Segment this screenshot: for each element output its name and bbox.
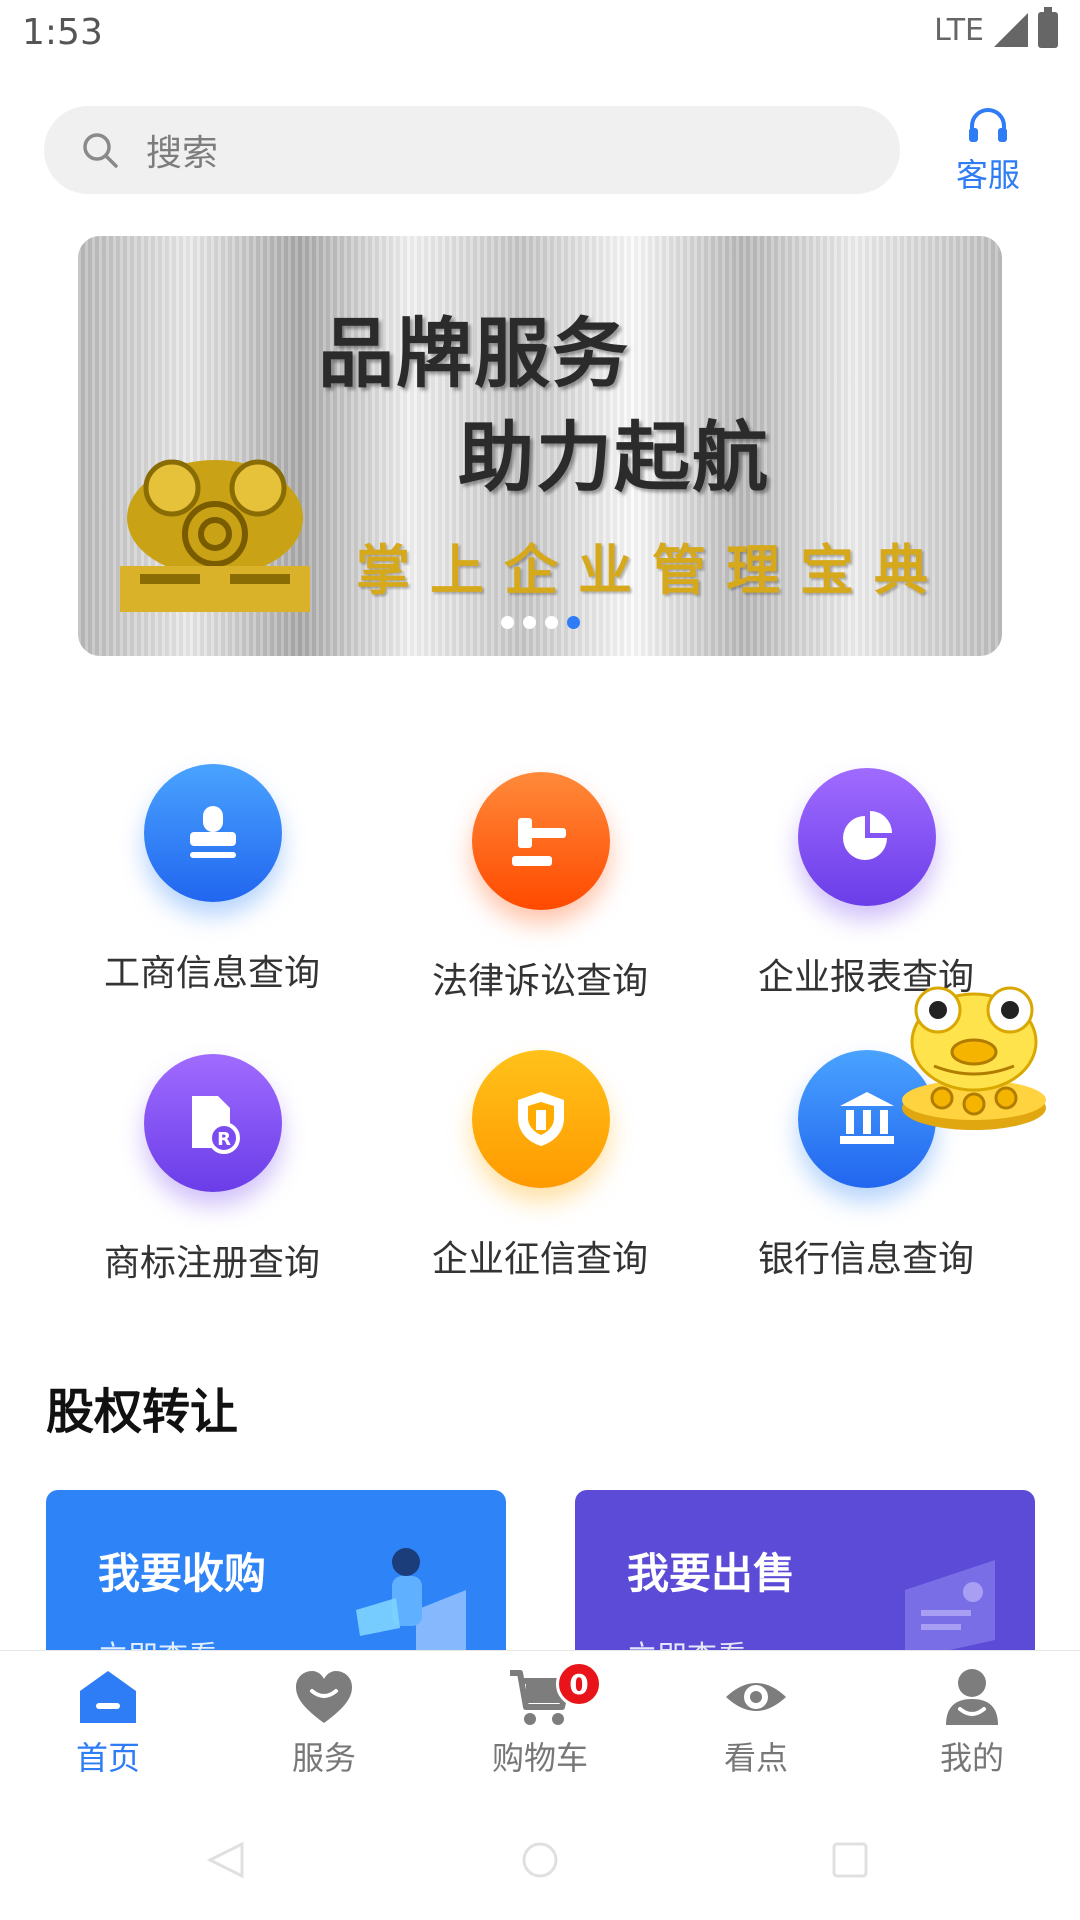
toad-mascot-icon[interactable] (894, 978, 1054, 1138)
service-label: 银行信息查询 (757, 1239, 974, 1280)
customer-service-label: 客服 (955, 156, 1020, 194)
home-icon (80, 1671, 136, 1723)
battery-icon (1038, 7, 1058, 48)
user-icon (946, 1669, 998, 1725)
service-label: 法律诉讼查询 (431, 961, 648, 1002)
home-button-icon[interactable] (520, 1840, 560, 1880)
tab-service[interactable]: 服务 (254, 1667, 394, 1777)
banner-headline-1: 品牌服务 (318, 309, 630, 398)
nav-label: 我的 (939, 1739, 1004, 1777)
service-label: 商标注册查询 (103, 1243, 320, 1284)
card-subtitle: 立即查看 (98, 1632, 218, 1650)
section-title: 股权转让 (46, 1384, 239, 1440)
heart-icon (296, 1671, 352, 1723)
service-label: 工商信息查询 (103, 953, 320, 994)
shield-icon (472, 1050, 610, 1188)
status-icons: LTE (934, 7, 1058, 48)
search-icon (83, 133, 118, 168)
tab-profile[interactable]: 我的 (902, 1667, 1042, 1777)
nav-label: 首页 (75, 1739, 140, 1777)
banner-headline-2: 助力起航 (458, 413, 770, 502)
nav-label: 购物车 (491, 1739, 588, 1777)
status-bar: 1:53 LTE (0, 0, 1080, 64)
pie-chart-icon (798, 768, 936, 906)
signal-icon (994, 13, 1028, 47)
svg-text:R: R (217, 1129, 231, 1150)
promo-banner[interactable]: 品牌服务 助力起航 掌上企业管理宝典 (78, 236, 1002, 656)
customer-service-button[interactable]: 客服 (948, 104, 1028, 200)
headset-icon (969, 108, 1007, 142)
person-laptop-illustration-icon (356, 1548, 466, 1650)
tab-highlights[interactable]: 看点 (686, 1667, 826, 1777)
screen-illustration-icon (905, 1560, 995, 1650)
system-nav-bar (0, 1800, 1080, 1920)
pagination-dot[interactable] (544, 616, 558, 629)
stamp-icon (144, 764, 282, 902)
banner-pagination[interactable] (78, 616, 1002, 629)
nav-label: 服务 (291, 1739, 356, 1777)
card-subtitle: 立即查看 (627, 1632, 747, 1650)
bottom-nav: 首页 服务 0 购物车 看点 我的 (0, 1650, 1080, 1785)
service-trademark[interactable]: R 商标注册查询 (62, 1054, 362, 1284)
service-legal-lawsuit[interactable]: 法律诉讼查询 (390, 772, 690, 1002)
search-placeholder: 搜索 (146, 133, 219, 174)
pagination-dot[interactable] (500, 616, 514, 629)
sell-card[interactable]: 我要出售 立即查看 (575, 1490, 1035, 1650)
pagination-dot-active[interactable] (566, 616, 580, 629)
cart-badge: 0 (556, 1661, 602, 1707)
card-title: 我要出售 (627, 1549, 796, 1598)
nav-label: 看点 (723, 1739, 788, 1777)
back-icon[interactable] (206, 1840, 246, 1880)
search-input[interactable]: 搜索 (44, 106, 900, 194)
trademark-document-icon: R (144, 1054, 282, 1192)
service-label: 企业征信查询 (431, 1239, 648, 1280)
pagination-dot[interactable] (522, 616, 536, 629)
card-title: 我要收购 (98, 1549, 267, 1598)
service-business-info[interactable]: 工商信息查询 (62, 764, 362, 994)
recents-icon[interactable] (830, 1840, 870, 1880)
service-credit[interactable]: 企业征信查询 (390, 1050, 690, 1280)
status-time: 1:53 (22, 12, 103, 53)
eye-icon (726, 1683, 786, 1711)
toad-logo-icon (120, 459, 310, 612)
acquire-card[interactable]: 我要收购 立即查看 (46, 1490, 506, 1650)
gavel-icon (472, 772, 610, 910)
tab-home[interactable]: 首页 (38, 1667, 178, 1777)
network-label: LTE (934, 12, 984, 48)
banner-tagline: 掌上企业管理宝典 (356, 539, 948, 602)
service-financial-report[interactable]: 企业报表查询 (716, 768, 1016, 998)
tab-cart[interactable]: 0 购物车 (470, 1661, 610, 1777)
